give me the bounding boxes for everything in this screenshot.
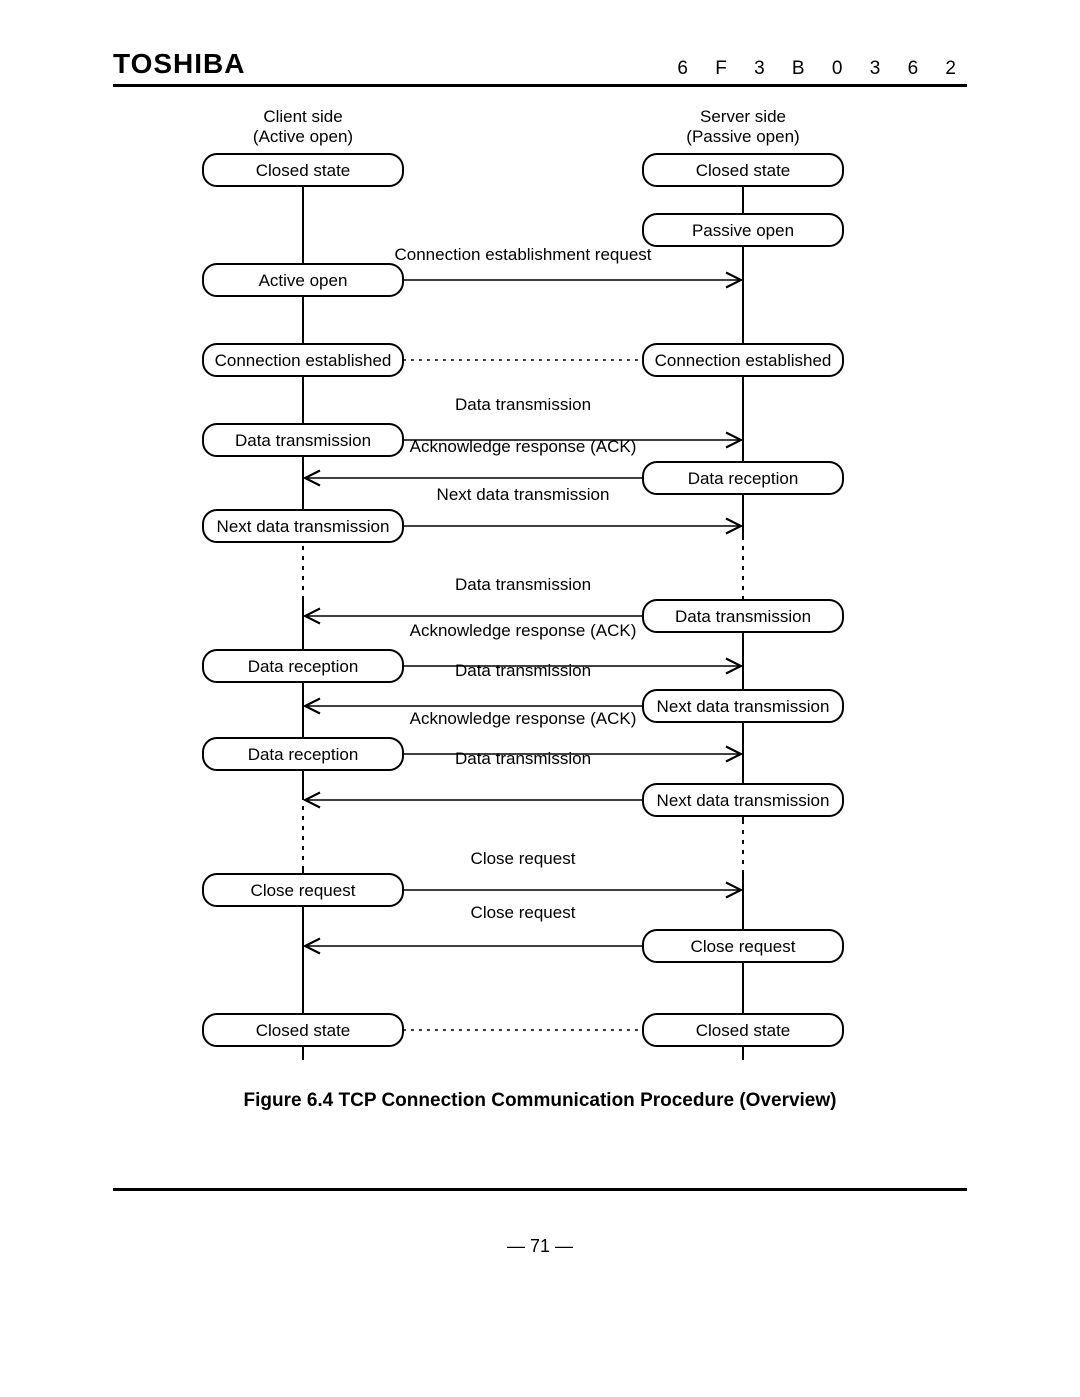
client-state-active-open: Active open: [203, 264, 403, 296]
client-state-conn-est: Connection established: [203, 344, 403, 376]
msg-ack-2: Acknowledge response (ACK): [410, 621, 637, 640]
msg-ack-1: Acknowledge response (ACK): [410, 437, 637, 456]
brand-logo: TOSHIBA: [113, 48, 246, 80]
svg-text:Active open: Active open: [259, 271, 348, 290]
svg-text:Data transmission: Data transmission: [675, 607, 811, 626]
server-header-1: Server side: [700, 107, 786, 126]
client-state-data-tx: Data transmission: [203, 424, 403, 456]
client-state-data-rx-2: Data reception: [203, 738, 403, 770]
client-header-1: Client side: [263, 107, 342, 126]
server-state-next-tx-2: Next data transmission: [643, 784, 843, 816]
svg-text:Closed state: Closed state: [696, 1021, 791, 1040]
server-state-close-req: Close request: [643, 930, 843, 962]
sequence-diagram: Client side (Active open) Server side (P…: [113, 100, 967, 1070]
msg-data-tx-3: Data transmission: [455, 661, 591, 680]
svg-text:Next data transmission: Next data transmission: [657, 697, 830, 716]
svg-text:Passive open: Passive open: [692, 221, 794, 240]
svg-text:Closed state: Closed state: [696, 161, 791, 180]
client-state-closed: Closed state: [203, 154, 403, 186]
server-state-data-tx: Data transmission: [643, 600, 843, 632]
svg-text:Closed state: Closed state: [256, 161, 351, 180]
svg-text:Connection established: Connection established: [655, 351, 832, 370]
server-state-passive: Passive open: [643, 214, 843, 246]
doc-id: 6 F 3 B 0 3 6 2: [677, 58, 967, 80]
client-state-data-rx-1: Data reception: [203, 650, 403, 682]
msg-next-tx-1: Next data transmission: [437, 485, 610, 504]
msg-data-tx-1: Data transmission: [455, 395, 591, 414]
server-header-2: (Passive open): [686, 127, 799, 146]
footer-rule: [113, 1188, 967, 1191]
svg-text:Data reception: Data reception: [248, 657, 359, 676]
server-state-conn-est: Connection established: [643, 344, 843, 376]
server-state-closed-2: Closed state: [643, 1014, 843, 1046]
svg-text:Next data transmission: Next data transmission: [217, 517, 390, 536]
msg-close-1: Close request: [471, 849, 576, 868]
msg-conn-req: Connection establishment request: [394, 245, 651, 264]
msg-data-tx-2: Data transmission: [455, 575, 591, 594]
svg-text:Next data transmission: Next data transmission: [657, 791, 830, 810]
msg-data-tx-4: Data transmission: [455, 749, 591, 768]
server-state-data-rx: Data reception: [643, 462, 843, 494]
svg-text:Close request: Close request: [691, 937, 796, 956]
svg-text:Data reception: Data reception: [248, 745, 359, 764]
client-state-close-req: Close request: [203, 874, 403, 906]
svg-text:Connection established: Connection established: [215, 351, 392, 370]
server-state-next-tx-1: Next data transmission: [643, 690, 843, 722]
msg-close-2: Close request: [471, 903, 576, 922]
figure-caption: Figure 6.4 TCP Connection Communication …: [0, 1090, 1080, 1112]
client-state-closed-2: Closed state: [203, 1014, 403, 1046]
header-rule: [113, 84, 967, 87]
client-state-next-tx: Next data transmission: [203, 510, 403, 542]
svg-text:Close request: Close request: [251, 881, 356, 900]
msg-ack-3: Acknowledge response (ACK): [410, 709, 637, 728]
svg-text:Data transmission: Data transmission: [235, 431, 371, 450]
client-header-2: (Active open): [253, 127, 353, 146]
svg-text:Closed state: Closed state: [256, 1021, 351, 1040]
svg-text:Data reception: Data reception: [688, 469, 799, 488]
server-state-closed: Closed state: [643, 154, 843, 186]
page-number: — 71 —: [0, 1236, 1080, 1257]
